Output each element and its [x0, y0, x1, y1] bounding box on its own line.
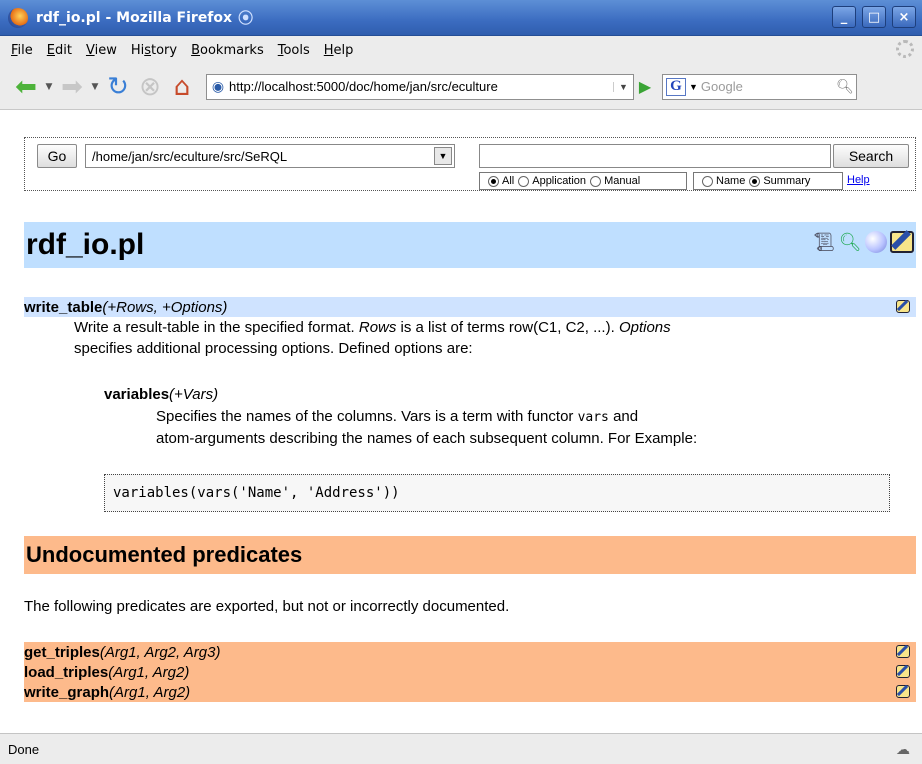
go-button[interactable]: Go: [37, 144, 77, 168]
predicate-row-write-graph: write_graph (Arg1, Arg2): [24, 682, 916, 702]
go-arrow-icon[interactable]: ▶: [634, 77, 656, 96]
predicate-args: (Arg1, Arg2, Arg3): [99, 643, 221, 661]
directory-select[interactable]: /home/jan/src/eculture/src/SeRQL ▼: [85, 144, 455, 168]
menu-bookmarks[interactable]: Bookmarks: [191, 43, 264, 58]
home-icon[interactable]: ⌂: [166, 71, 198, 103]
radio-application[interactable]: [518, 175, 530, 187]
navigation-toolbar: ⬅ ▼ ➡ ▼ ↻ ⊗ ⌂ ◉ http://localhost:5000/do…: [0, 64, 922, 110]
predicate-args: (+Rows, +Options): [102, 298, 228, 316]
google-engine-icon[interactable]: G: [666, 77, 686, 96]
window-title: rdf_io.pl - Mozilla Firefox: [36, 9, 233, 26]
option-name: variables: [104, 386, 170, 403]
url-text[interactable]: http://localhost:5000/doc/home/jan/src/e…: [229, 79, 613, 94]
edit-icon[interactable]: [896, 645, 910, 658]
option-args: (+Vars): [169, 386, 219, 403]
activity-throbber-icon: [896, 40, 914, 58]
status-bar: Done ☁: [0, 733, 922, 764]
predicate-description: Write a result-table in the specified fo…: [74, 319, 671, 357]
radio-manual-label: Manual: [604, 175, 641, 187]
radio-application-label: Application: [532, 175, 587, 187]
undocumented-header: Undocumented predicates: [24, 536, 916, 574]
page-content: Go /home/jan/src/eculture/src/SeRQL ▼ Se…: [0, 110, 922, 733]
search-form: Go /home/jan/src/eculture/src/SeRQL ▼ Se…: [24, 137, 916, 191]
predicate-name[interactable]: load_triples: [24, 664, 108, 681]
zoom-magnifier-icon[interactable]: 🔍︎: [838, 230, 862, 254]
predicate-header-write-table: write_table (+Rows, +Options): [24, 297, 916, 317]
reload-icon[interactable]: ↻: [102, 71, 134, 103]
predicate-name[interactable]: write_table: [24, 299, 102, 316]
predicate-row-get-triples: get_triples (Arg1, Arg2, Arg3): [24, 642, 916, 662]
forward-arrow-icon[interactable]: ➡: [56, 71, 88, 103]
option-term: variables(+Vars): [104, 384, 894, 405]
search-query-input[interactable]: [479, 144, 831, 168]
close-button[interactable]: ×: [892, 6, 916, 28]
section-title: Undocumented predicates: [26, 542, 303, 567]
swirl-icon: ⦿: [238, 9, 254, 27]
window-titlebar[interactable]: rdf_io.pl - Mozilla Firefox ⦿ _ □ ×: [0, 0, 922, 36]
undocumented-intro: The following predicates are exported, b…: [24, 598, 510, 615]
menu-bar: File Edit View History Bookmarks Tools H…: [0, 36, 922, 64]
back-arrow-icon[interactable]: ⬅: [10, 71, 42, 103]
search-bar[interactable]: G ▼ Google 🔍︎: [662, 73, 857, 100]
edit-icon[interactable]: [896, 685, 910, 698]
menu-tools[interactable]: Tools: [278, 43, 310, 58]
page-title: rdf_io.pl: [26, 228, 145, 261]
stop-icon[interactable]: ⊗: [134, 71, 166, 103]
maximize-button[interactable]: □: [862, 6, 886, 28]
engine-dropdown-icon[interactable]: ▼: [689, 82, 698, 92]
forward-history-dropdown-icon[interactable]: ▼: [88, 82, 102, 92]
menu-view[interactable]: View: [86, 43, 117, 58]
predicate-args: (Arg1, Arg2): [108, 663, 190, 681]
edit-icon[interactable]: [896, 300, 910, 313]
network-status-icon: ☁: [896, 741, 910, 757]
directory-value: /home/jan/src/eculture/src/SeRQL: [92, 148, 288, 164]
back-history-dropdown-icon[interactable]: ▼: [42, 82, 56, 92]
field-radio-group: Name Summary: [693, 172, 843, 190]
edit-icon[interactable]: [896, 665, 910, 678]
help-link[interactable]: Help: [847, 174, 870, 186]
status-text: Done: [8, 741, 40, 757]
code-example: variables(vars('Name', 'Address')): [104, 474, 890, 512]
url-bar[interactable]: ◉ http://localhost:5000/doc/home/jan/src…: [206, 73, 634, 100]
search-placeholder[interactable]: Google: [701, 79, 834, 94]
radio-all[interactable]: [488, 175, 499, 187]
reload-ball-icon[interactable]: [864, 230, 888, 254]
search-button[interactable]: Search: [833, 144, 909, 168]
edit-icon[interactable]: [890, 230, 914, 254]
menu-help[interactable]: Help: [324, 43, 354, 58]
menu-file[interactable]: File: [11, 43, 33, 58]
radio-manual[interactable]: [590, 175, 602, 187]
search-icon[interactable]: 🔍︎: [834, 78, 856, 95]
file-header: rdf_io.pl 📜︎ 🔍︎: [24, 222, 916, 268]
predicate-name[interactable]: write_graph: [24, 684, 109, 701]
chevron-down-icon[interactable]: ▼: [434, 147, 452, 165]
scope-radio-group: All Application Manual: [479, 172, 687, 190]
predicate-name[interactable]: get_triples: [24, 644, 100, 661]
option-description: Specifies the names of the columns. Vars…: [156, 408, 698, 447]
predicate-row-load-triples: load_triples (Arg1, Arg2): [24, 662, 916, 682]
menu-history[interactable]: History: [131, 43, 177, 58]
url-history-dropdown-icon[interactable]: ▼: [613, 81, 633, 92]
predicate-args: (Arg1, Arg2): [109, 683, 191, 701]
minimize-button[interactable]: _: [832, 6, 856, 28]
radio-all-label: All: [502, 175, 515, 187]
radio-summary-label: Summary: [763, 175, 811, 187]
radio-summary[interactable]: [749, 175, 761, 187]
site-identity-icon[interactable]: ◉: [207, 78, 229, 95]
radio-name-label: Name: [716, 175, 746, 187]
firefox-logo-icon: [8, 7, 28, 28]
radio-name[interactable]: [702, 175, 713, 187]
source-scroll-icon[interactable]: 📜︎: [812, 230, 836, 254]
menu-edit[interactable]: Edit: [47, 43, 72, 58]
